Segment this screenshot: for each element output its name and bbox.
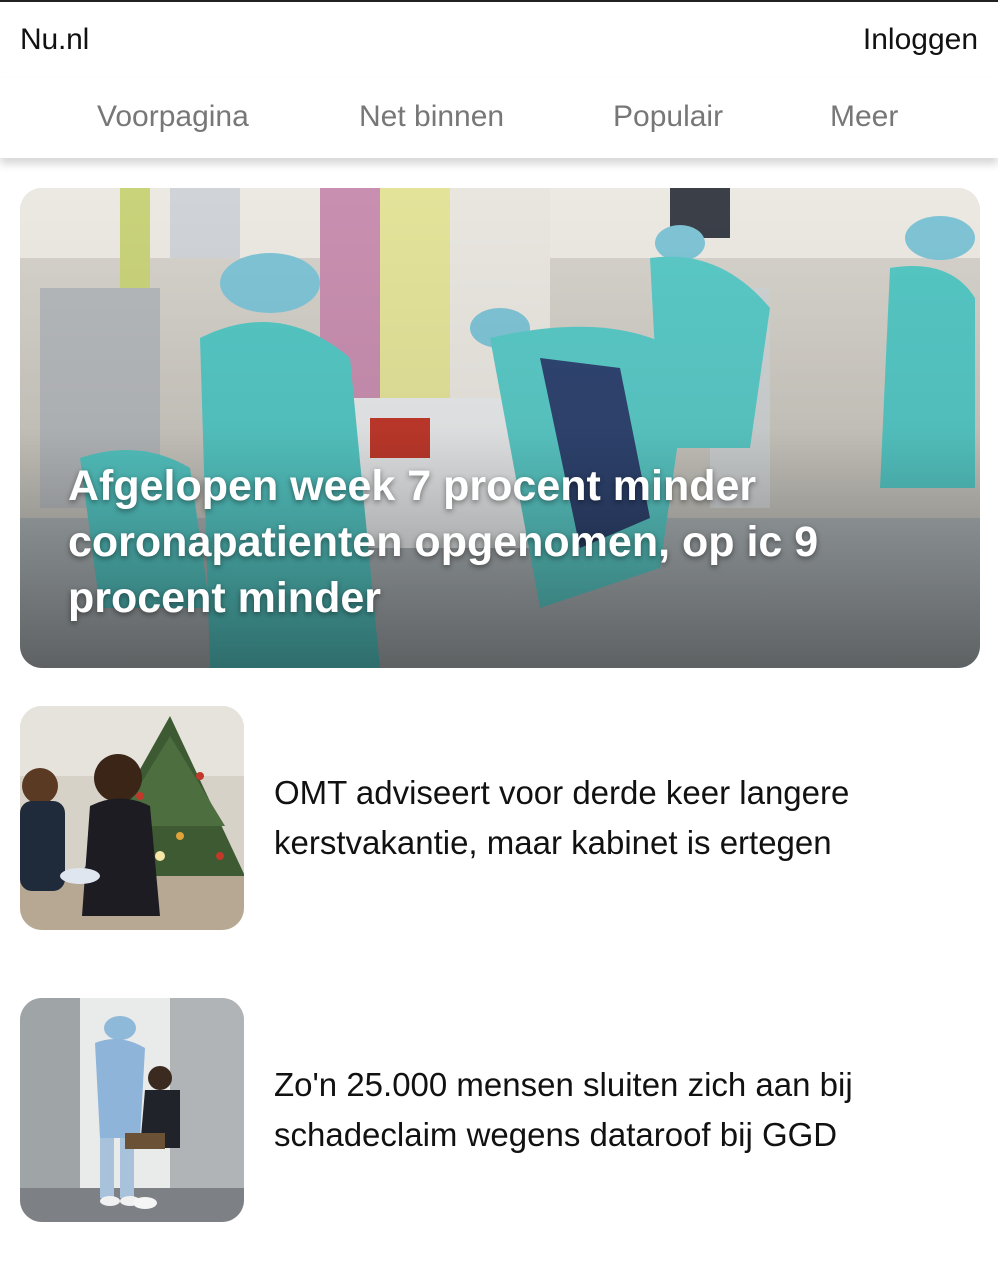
- christmas-tree-photo: [20, 706, 244, 930]
- article-title[interactable]: Zo'n 25.000 mensen sluiten zich aan bij …: [274, 1060, 914, 1160]
- article-card[interactable]: OMT adviseert voor derde keer langere ke…: [20, 706, 980, 930]
- article-thumbnail[interactable]: [20, 706, 244, 930]
- login-link[interactable]: Inloggen: [863, 23, 978, 57]
- article-title[interactable]: OMT adviseert voor derde keer langere ke…: [274, 768, 914, 868]
- hero-article[interactable]: Afgelopen week 7 procent minder coronapa…: [20, 188, 980, 668]
- nav-item-meer[interactable]: Meer: [830, 100, 898, 134]
- nav-item-populair[interactable]: Populair: [613, 100, 723, 134]
- nav-item-net-binnen[interactable]: Net binnen: [359, 100, 504, 134]
- article-thumbnail[interactable]: [20, 998, 244, 1222]
- site-header: Nu.nl Inloggen: [0, 2, 998, 78]
- article-card[interactable]: Zo'n 25.000 mensen sluiten zich aan bij …: [20, 998, 980, 1222]
- covid-test-photo: [20, 998, 244, 1222]
- main-nav: Voorpagina Net binnen Populair Meer: [0, 78, 998, 158]
- hero-title[interactable]: Afgelopen week 7 procent minder coronapa…: [68, 458, 948, 626]
- brand-logo[interactable]: Nu.nl: [20, 23, 89, 57]
- nav-item-voorpagina[interactable]: Voorpagina: [97, 100, 249, 134]
